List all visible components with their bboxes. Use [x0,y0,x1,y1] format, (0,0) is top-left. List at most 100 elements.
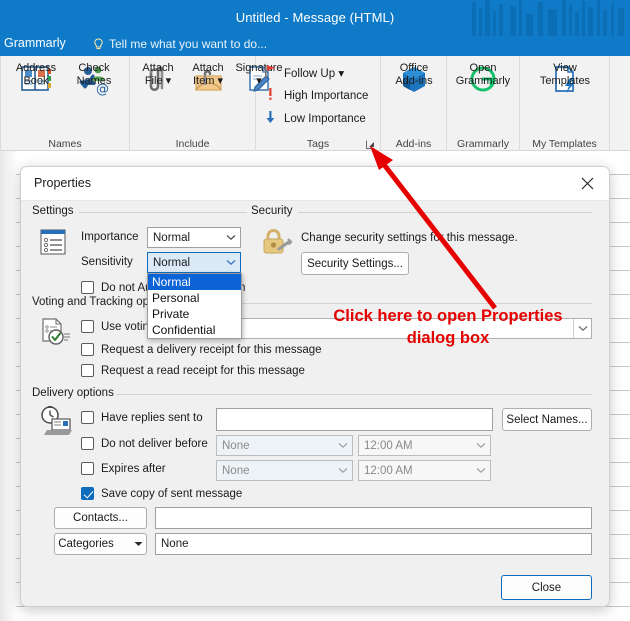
sensitivity-option-personal[interactable]: Personal [148,290,241,306]
delivery-receipt-label: Request a delivery receipt for this mess… [101,343,322,356]
delivery-group-label: Delivery options [32,387,119,399]
flag-icon [264,64,277,81]
low-importance-label: Low Importance [284,112,366,125]
delivery-clock-icon [39,405,73,442]
expires-after-row[interactable]: Expires after [81,462,166,475]
voting-buttons-combo[interactable] [191,318,592,339]
chevron-down-icon [472,436,490,455]
voting-icon [39,317,71,352]
sensitivity-option-private[interactable]: Private [148,306,241,322]
dialog-title: Properties [34,176,91,190]
do-not-deliver-before-time-combo[interactable]: 12:00 AM [358,435,491,456]
chevron-down-icon [222,253,240,272]
ribbon: Address Book @ Check Names Names Attach … [0,56,630,151]
do-not-deliver-before-row[interactable]: Do not deliver before [81,437,208,450]
low-importance-button[interactable]: Low Importance [264,110,366,127]
have-replies-sent-to-row[interactable]: Have replies sent to [81,411,203,424]
sensitivity-option-normal[interactable]: Normal [148,274,241,290]
attach-file-button[interactable]: Attach File ▾ [132,60,184,100]
address-book-button[interactable]: Address Book [7,60,65,100]
title-bar: Untitled - Message (HTML) Grammarly Tell… [0,0,630,56]
tags-dialog-launcher-icon[interactable] [365,137,376,149]
have-replies-sent-to-input[interactable] [216,408,493,431]
sensitivity-value: Normal [153,256,191,269]
ribbon-group-include: Attach File ▾ Attach Item ▾ Signature ▾ … [130,56,283,151]
dialog-title-bar: Properties [21,167,609,201]
settings-group-label: Settings [32,205,79,217]
select-names-button[interactable]: Select Names... [502,408,592,431]
contacts-input[interactable] [155,507,592,529]
check-names-button[interactable]: @ Check Names [65,60,123,100]
read-receipt-checkbox[interactable] [81,364,94,377]
read-receipt-row[interactable]: Request a read receipt for this message [81,364,305,377]
do-not-deliver-before-checkbox[interactable] [81,437,94,450]
ribbon-group-label-names: Names [48,138,82,150]
down-arrow-icon [264,110,277,127]
expires-after-date-combo[interactable]: None [216,460,353,481]
high-importance-button[interactable]: High Importance [264,87,368,104]
do-not-autoarchive-checkbox[interactable] [81,281,94,294]
chevron-down-icon [334,461,352,480]
left-margin-shade [0,151,16,621]
ribbon-group-label-my-templates: My Templates [532,138,597,150]
follow-up-label: Follow Up ▾ [284,67,345,80]
save-copy-label: Save copy of sent message [101,487,243,500]
importance-combo[interactable]: Normal [147,227,241,248]
sensitivity-option-confidential[interactable]: Confidential [148,322,241,338]
check-names-label: Check Names [76,62,112,87]
close-button[interactable]: Close [501,575,592,600]
do-not-deliver-before-label: Do not deliver before [101,437,208,450]
ribbon-group-addins: Office Add-ins Add-ins [381,56,447,151]
follow-up-button[interactable]: Follow Up ▾ [264,64,344,81]
use-voting-buttons-checkbox[interactable] [81,320,94,333]
expires-after-checkbox[interactable] [81,462,94,475]
attach-file-label: Attach File ▾ [142,62,174,87]
office-addins-label: Office Add-ins [395,62,433,87]
chevron-down-icon [334,436,352,455]
view-templates-button[interactable]: View Templates [536,60,594,100]
do-not-deliver-before-date-value: None [222,439,250,452]
security-description: Change security settings for this messag… [301,232,518,244]
settings-group-rule [79,212,247,213]
importance-label: Importance [81,231,139,243]
open-grammarly-button[interactable]: Open Grammarly [454,60,512,100]
categories-input[interactable]: None [155,533,592,555]
ribbon-group-label-tags: Tags [306,138,330,150]
ribbon-tab-grammarly[interactable]: Grammarly [4,36,66,50]
voting-group-rule [185,303,592,304]
dialog-body: Settings Importance Normal Sensitivity N… [21,201,609,606]
sensitivity-combo[interactable]: Normal [147,252,241,273]
office-addins-button[interactable]: Office Add-ins [385,60,443,100]
lightbulb-icon [93,37,104,51]
delivery-receipt-row[interactable]: Request a delivery receipt for this mess… [81,343,322,356]
save-copy-row[interactable]: Save copy of sent message [81,487,242,500]
attach-item-button[interactable]: Attach Item ▾ [182,60,234,100]
ribbon-group-grammarly: Open Grammarly Grammarly [447,56,520,151]
have-replies-sent-to-checkbox[interactable] [81,411,94,424]
ribbon-group-label-addins: Add-ins [395,138,432,150]
chevron-down-icon [134,538,143,550]
open-grammarly-label: Open Grammarly [455,62,511,87]
tell-me-label: Tell me what you want to do... [109,37,268,51]
delivery-receipt-checkbox[interactable] [81,343,94,356]
save-copy-checkbox[interactable] [81,487,94,500]
outlook-message-window: Untitled - Message (HTML) Grammarly Tell… [0,0,630,621]
close-icon[interactable] [565,167,609,200]
address-book-label: Address Book [15,62,57,87]
importance-value: Normal [153,231,191,244]
properties-dialog: Properties Settings Importance Normal Se… [20,166,610,607]
tell-me-box[interactable]: Tell me what you want to do... [93,37,267,51]
categories-label: Categories [58,538,114,550]
window-title: Untitled - Message (HTML) [235,10,395,25]
contacts-button[interactable]: Contacts... [54,507,147,529]
have-replies-sent-to-label: Have replies sent to [101,411,203,424]
do-not-deliver-before-date-combo[interactable]: None [216,435,353,456]
high-importance-label: High Importance [284,89,369,102]
sensitivity-dropdown-list[interactable]: Normal Personal Private Confidential [147,273,242,339]
expires-after-time-combo[interactable]: 12:00 AM [358,460,491,481]
security-settings-button[interactable]: Security Settings... [301,252,409,275]
ribbon-group-my-templates: View Templates My Templates [520,56,610,151]
categories-button[interactable]: Categories [54,533,147,555]
settings-list-icon [39,228,67,261]
read-receipt-label: Request a read receipt for this message [101,364,305,377]
